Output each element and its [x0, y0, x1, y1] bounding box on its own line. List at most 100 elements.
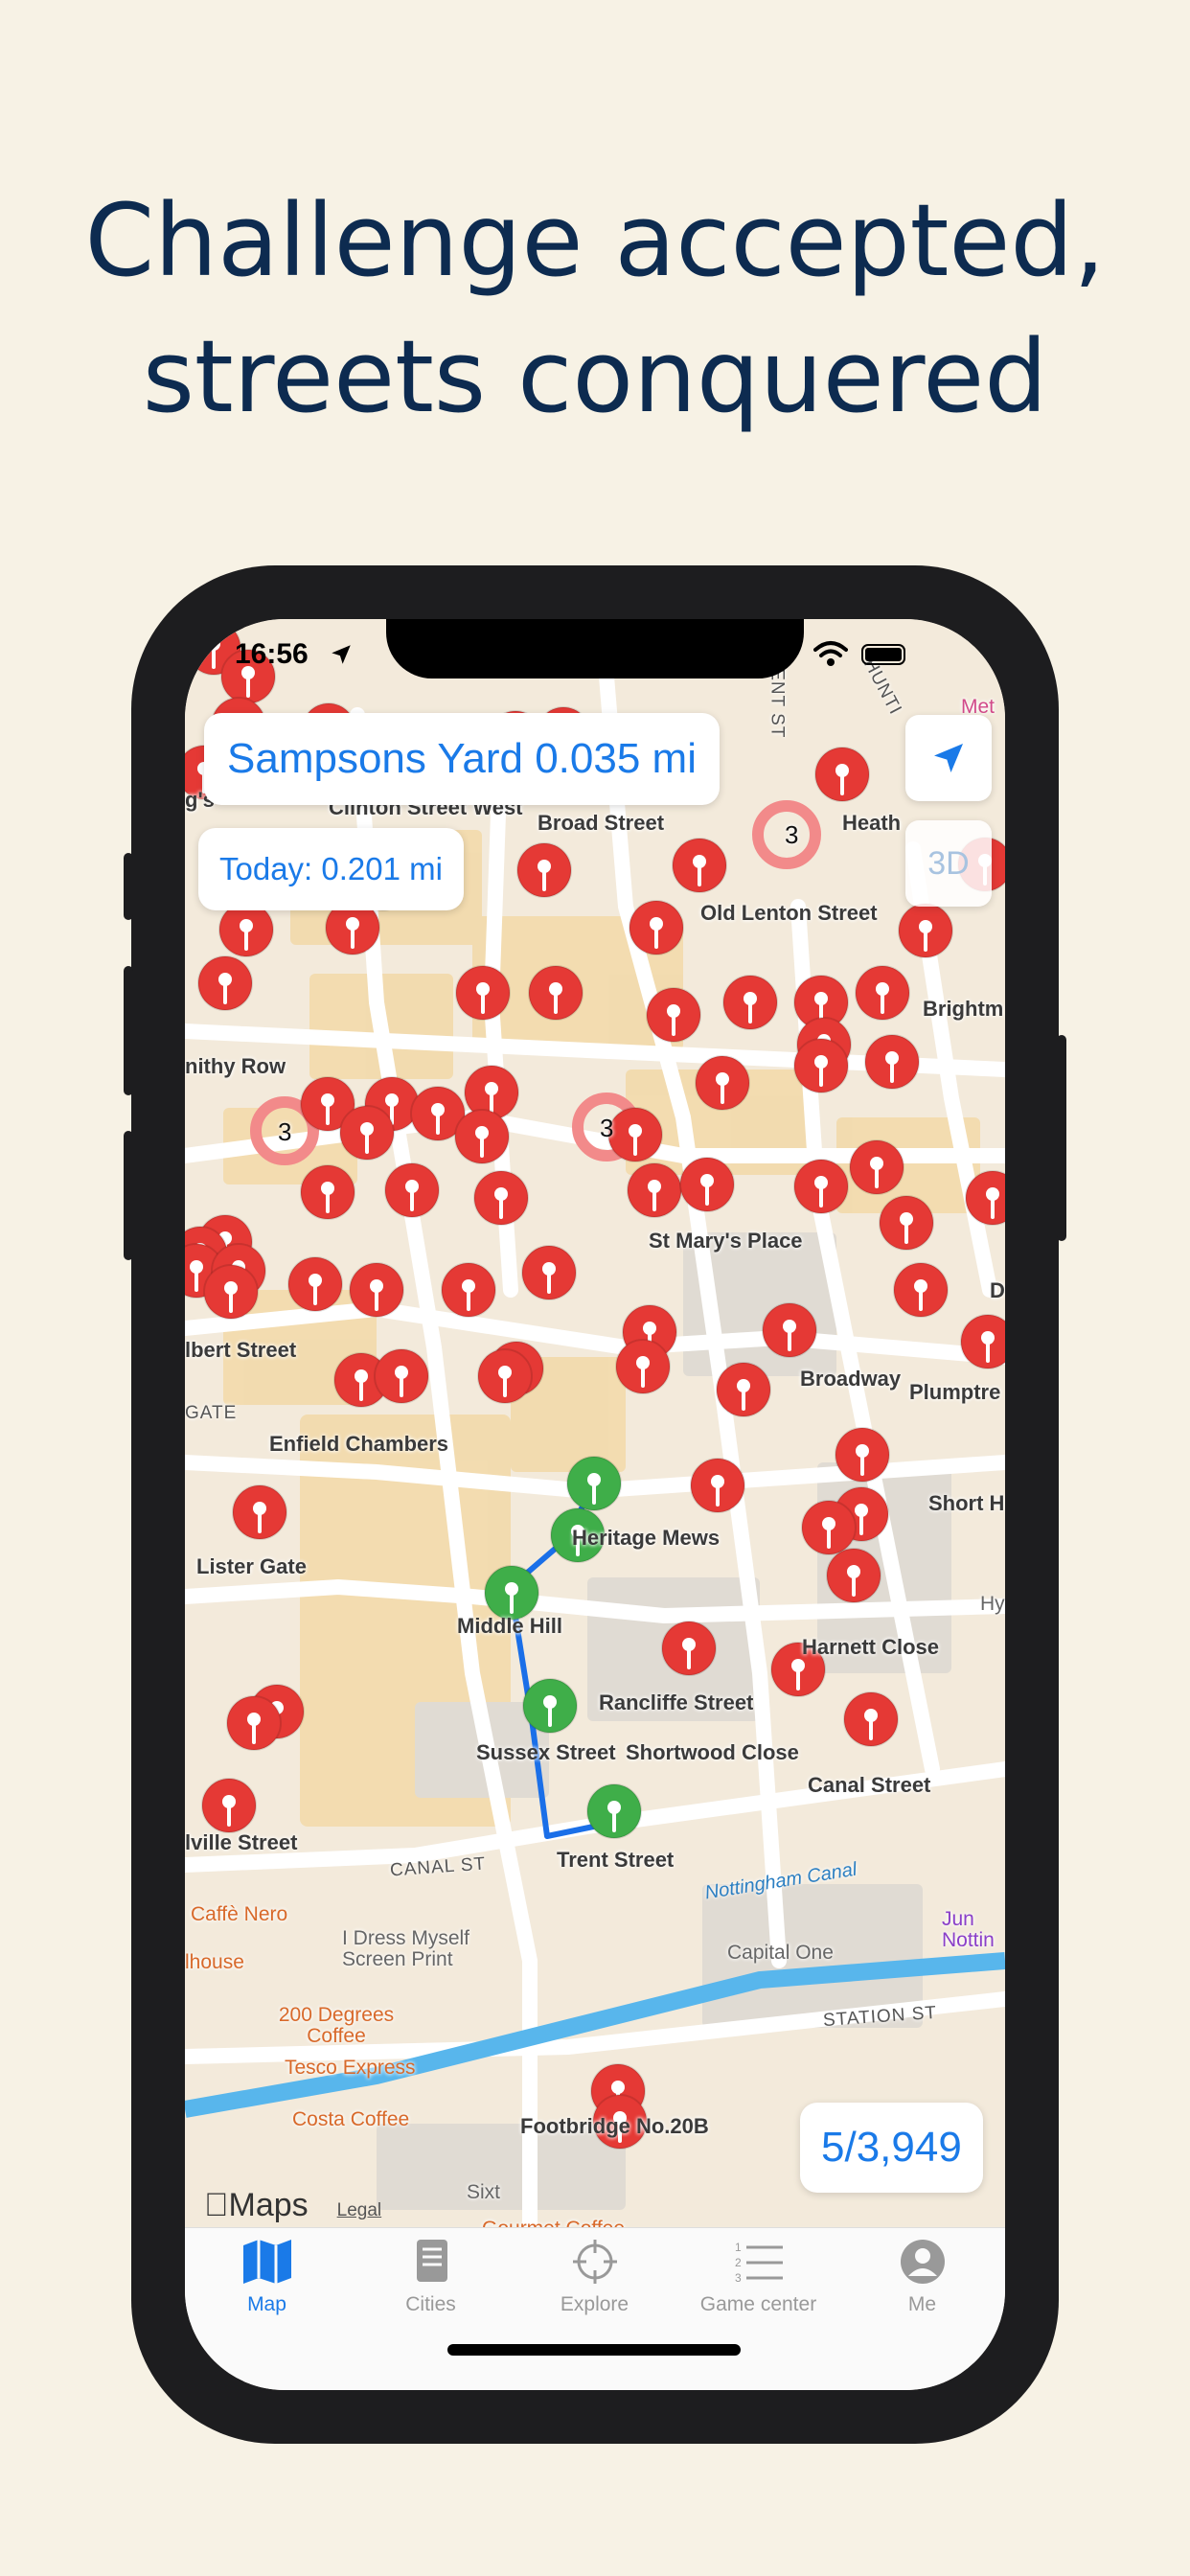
legal-link[interactable]: Legal — [337, 2200, 382, 2221]
street-pin[interactable] — [203, 1264, 259, 1320]
poi-label: lhouse — [185, 1951, 244, 1973]
street-label: nithy Row — [185, 1054, 286, 1078]
street-pin[interactable] — [864, 1034, 920, 1090]
poi-label: Hy — [980, 1593, 1005, 1615]
street-pin[interactable] — [661, 1621, 717, 1676]
street-pin[interactable] — [801, 1500, 857, 1555]
street-pin[interactable] — [287, 1256, 343, 1312]
street-label: Heath — [842, 811, 902, 835]
poi-label: Sixt — [467, 2181, 501, 2203]
street-pin[interactable] — [477, 1348, 533, 1404]
wifi-icon — [813, 641, 848, 666]
street-pin[interactable] — [226, 1695, 282, 1751]
street-pin[interactable] — [607, 1107, 663, 1162]
street-pin[interactable] — [384, 1162, 440, 1218]
street-pin[interactable] — [629, 900, 684, 955]
cluster-count: 3 — [785, 820, 799, 849]
3d-toggle-button[interactable]: 3D — [905, 820, 992, 907]
street-label: Short H — [928, 1491, 1005, 1515]
street-pin[interactable] — [679, 1157, 735, 1212]
today-distance-card[interactable]: Today: 0.201 mi — [198, 828, 464, 910]
ranked-list-icon: 1 2 3 — [735, 2241, 783, 2285]
street-pin[interactable] — [201, 1778, 257, 1833]
street-pin[interactable] — [835, 1427, 890, 1483]
street-pin[interactable] — [627, 1162, 682, 1218]
street-pin[interactable] — [528, 965, 584, 1021]
street-label: Brightm — [923, 997, 1004, 1021]
book-icon — [416, 2240, 447, 2282]
street-pin[interactable] — [197, 955, 253, 1011]
volume-down-button — [124, 1131, 133, 1260]
street-pin[interactable] — [349, 1262, 404, 1318]
street-pin[interactable] — [232, 1484, 287, 1540]
street-label: Heritage Mews — [572, 1526, 721, 1550]
street-pin[interactable] — [826, 1548, 881, 1603]
street-pin[interactable] — [300, 1164, 355, 1220]
poi-label: 200 Degrees Coffee — [278, 2004, 395, 2047]
street-pin[interactable] — [695, 1055, 750, 1111]
street-pin[interactable] — [374, 1348, 429, 1404]
street-label: Lister Gate — [196, 1554, 307, 1578]
street-pin[interactable] — [455, 965, 511, 1021]
street-pin[interactable] — [762, 1302, 817, 1358]
street-pin[interactable] — [855, 965, 910, 1021]
visited-street-pin[interactable] — [586, 1783, 642, 1839]
street-pin[interactable] — [849, 1139, 904, 1195]
tab-map[interactable]: Map — [185, 2238, 349, 2334]
street-pin[interactable] — [793, 1038, 849, 1093]
street-pin[interactable] — [814, 747, 870, 802]
street-pin[interactable] — [672, 838, 727, 893]
tab-me[interactable]: Me — [840, 2238, 1004, 2334]
street-pin[interactable] — [898, 903, 953, 958]
street-label: St Mary's Place — [649, 1229, 803, 1253]
visited-street-pin[interactable] — [522, 1678, 578, 1734]
street-pin[interactable] — [454, 1109, 510, 1164]
tab-game-center[interactable]: 1 2 3 Game center — [676, 2238, 840, 2334]
tab-explore[interactable]: Explore — [513, 2238, 676, 2334]
street-label: Old Lenton Street — [700, 901, 878, 925]
street-pin[interactable] — [690, 1458, 745, 1513]
poi-label: Tesco Express — [285, 2057, 416, 2079]
street-label: Enfield Chambers — [269, 1432, 449, 1456]
street-pin[interactable] — [722, 975, 778, 1030]
visited-street-pin[interactable] — [566, 1456, 622, 1511]
street-pin[interactable] — [473, 1170, 529, 1226]
current-street-card[interactable]: Sampsons Yard 0.035 mi — [204, 713, 720, 805]
location-arrow-icon — [332, 645, 351, 664]
battery-icon — [861, 644, 905, 665]
poi-label: Capital One — [727, 1942, 834, 1964]
street-label: Rancliffe Street — [599, 1690, 754, 1714]
street-pin[interactable] — [716, 1362, 771, 1417]
notch — [386, 619, 804, 678]
street-pin[interactable] — [516, 842, 572, 898]
street-pin[interactable] — [793, 1159, 849, 1214]
street-label: lville Street — [185, 1830, 298, 1854]
street-pin[interactable] — [879, 1195, 934, 1251]
svg-text:1: 1 — [735, 2241, 742, 2254]
street-pin[interactable] — [960, 1314, 1005, 1369]
headline-line-2: streets conquered — [142, 318, 1048, 435]
street-pin[interactable] — [843, 1691, 899, 1747]
locate-button[interactable] — [905, 715, 992, 801]
street-pin[interactable] — [521, 1245, 577, 1300]
street-pin[interactable] — [893, 1262, 949, 1318]
home-indicator — [447, 2344, 741, 2356]
headline-line-1: Challenge accepted, — [84, 182, 1106, 299]
street-label: Trent Street — [557, 1848, 675, 1872]
street-pin[interactable] — [441, 1262, 496, 1318]
headline: Challenge accepted, streets conquered — [0, 172, 1190, 445]
visited-street-pin[interactable] — [484, 1565, 539, 1621]
tab-bar: Map Cities Explore 1 2 3 Game center Me — [185, 2227, 1005, 2390]
street-pin[interactable] — [615, 1339, 671, 1394]
street-pin[interactable] — [646, 987, 701, 1043]
street-label: Harnett Close — [802, 1635, 940, 1659]
street-label: D — [990, 1278, 1005, 1302]
street-pin[interactable] — [339, 1105, 395, 1161]
road-label: GATE — [185, 1403, 238, 1423]
street-pin[interactable] — [218, 902, 274, 957]
tab-label: Map — [247, 2293, 286, 2315]
street-label: Broadway — [800, 1367, 902, 1391]
tab-cities[interactable]: Cities — [349, 2238, 513, 2334]
poi-label: I Dress Myself Screen Print — [342, 1927, 470, 1970]
person-icon — [900, 2240, 945, 2284]
